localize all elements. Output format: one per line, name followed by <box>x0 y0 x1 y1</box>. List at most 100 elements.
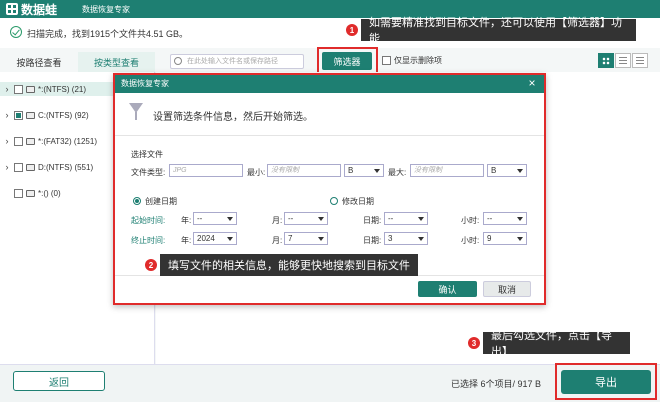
grid-view-button[interactable] <box>598 53 614 68</box>
end-year-value: 2024 <box>197 234 215 243</box>
created-date-label: 创建日期 <box>145 197 177 206</box>
chevron-down-icon <box>318 237 324 241</box>
app-logo: 数据蛙 <box>6 2 58 17</box>
chevron-down-icon <box>318 217 324 221</box>
callout-2-badge: 2 <box>145 259 157 271</box>
dialog-instruction: 设置筛选条件信息，然后开始筛选。 <box>153 112 313 123</box>
start-year-value: -- <box>197 214 203 223</box>
tree-checkbox[interactable] <box>14 136 23 146</box>
file-type-input[interactable]: JPG <box>169 164 243 177</box>
show-deleted-label: 仅显示删除项 <box>394 56 442 65</box>
logo-text: 数据蛙 <box>21 2 58 17</box>
min-unit-value: B <box>348 166 354 175</box>
back-button[interactable]: 返回 <box>13 371 105 391</box>
max-size-input[interactable]: 没有限制 <box>410 164 484 177</box>
tree-item-label: *:(NTFS) (21) <box>38 84 86 94</box>
start-time-label: 起始时间: <box>131 216 166 225</box>
cancel-button[interactable]: 取消 <box>483 281 531 297</box>
logo-plus-icon <box>6 3 18 15</box>
chevron-down-icon <box>418 237 424 241</box>
select-file-label: 选择文件 <box>131 150 163 159</box>
end-month-value: 7 <box>288 234 293 243</box>
file-type-label: 文件类型: <box>131 168 166 177</box>
tree-checkbox[interactable] <box>14 162 23 172</box>
end-hour-select[interactable]: 9 <box>483 232 527 245</box>
chevron-down-icon <box>418 217 424 221</box>
callout-3: 最后勾选文件，点击【导出】 <box>483 330 630 358</box>
check-circle-icon <box>10 26 22 38</box>
drive-icon <box>26 163 35 171</box>
start-hour-value: -- <box>487 214 493 223</box>
end-month-select[interactable]: 7 <box>284 232 328 245</box>
chevron-down-icon <box>227 217 233 221</box>
callout-2: 填写文件的相关信息，能够更快地搜索到目标文件 <box>160 254 418 276</box>
export-button[interactable]: 导出 <box>561 370 651 394</box>
end-month-label: 月: <box>272 236 283 245</box>
chevron-down-icon <box>374 169 380 173</box>
tree-checkbox[interactable] <box>14 84 23 94</box>
grid-icon <box>602 57 610 65</box>
min-size-unit-select[interactable]: B <box>344 164 384 177</box>
end-day-label: 日期: <box>363 236 382 245</box>
end-hour-label: 小时: <box>461 236 480 245</box>
tree-item-label: D:(NTFS) (551) <box>38 162 94 172</box>
tree-item-label: C:(NTFS) (92) <box>38 110 89 120</box>
detail-view-button[interactable] <box>632 53 648 68</box>
start-year-select[interactable]: -- <box>193 212 237 225</box>
start-hour-label: 小时: <box>461 216 480 225</box>
end-time-label: 终止时间: <box>131 236 166 245</box>
chevron-down-icon <box>517 237 523 241</box>
selection-summary: 已选择 6个项目/ 917 B <box>451 379 542 389</box>
dialog-title: 数据恢复专家 <box>115 75 544 93</box>
max-unit-value: B <box>491 166 497 175</box>
list-view-button[interactable] <box>615 53 631 68</box>
drive-icon <box>26 111 35 119</box>
close-icon[interactable]: × <box>526 77 538 89</box>
search-icon <box>174 57 182 65</box>
end-year-select[interactable]: 2024 <box>193 232 237 245</box>
max-size-unit-select[interactable]: B <box>487 164 527 177</box>
end-day-value: 3 <box>388 234 393 243</box>
tab-by-path[interactable]: 按路径查看 <box>0 52 78 72</box>
created-date-radio[interactable] <box>133 197 141 205</box>
funnel-icon <box>129 103 143 120</box>
start-month-select[interactable]: -- <box>284 212 328 225</box>
chevron-right-icon[interactable]: › <box>2 136 12 146</box>
modified-date-radio[interactable] <box>330 197 338 205</box>
view-tabs: 按路径查看 按类型查看 <box>0 52 155 72</box>
tab-by-type[interactable]: 按类型查看 <box>78 52 155 72</box>
callout-3-badge: 3 <box>468 337 480 349</box>
start-day-select[interactable]: -- <box>384 212 428 225</box>
start-month-label: 月: <box>272 216 283 225</box>
chevron-right-icon[interactable]: › <box>2 162 12 172</box>
chevron-down-icon <box>517 217 523 221</box>
callout-1-badge: 1 <box>346 24 358 36</box>
chevron-down-icon <box>517 169 523 173</box>
start-year-label: 年: <box>181 216 192 225</box>
start-hour-select[interactable]: -- <box>483 212 527 225</box>
tree-checkbox[interactable] <box>14 188 23 198</box>
tree-checkbox[interactable] <box>14 110 23 120</box>
filter-button[interactable]: 筛选器 <box>322 52 372 70</box>
show-deleted-checkbox[interactable] <box>382 56 391 65</box>
drive-icon <box>26 137 35 145</box>
scan-status-text: 扫描完成，找到1915个文件共4.51 GB。 <box>27 29 189 39</box>
chevron-right-icon[interactable]: › <box>2 84 12 94</box>
min-size-input[interactable]: 没有限制 <box>267 164 341 177</box>
drive-icon <box>26 85 35 93</box>
divider <box>115 135 544 136</box>
start-day-value: -- <box>388 214 394 223</box>
app-title: 数据恢复专家 <box>82 5 130 14</box>
confirm-button[interactable]: 确认 <box>418 281 477 297</box>
drive-icon <box>26 189 35 197</box>
detail-icon <box>636 57 644 64</box>
min-size-label: 最小: <box>247 168 266 177</box>
callout-1: 如需要精准找到目标文件，还可以使用【筛选器】功能 <box>361 17 636 45</box>
start-month-value: -- <box>288 214 294 223</box>
max-size-label: 最大: <box>388 168 407 177</box>
modified-date-label: 修改日期 <box>342 197 374 206</box>
end-day-select[interactable]: 3 <box>384 232 428 245</box>
chevron-right-icon[interactable]: › <box>2 110 12 120</box>
search-input[interactable]: 在此处输入文件名或保存路径 <box>170 54 304 69</box>
list-icon <box>619 57 627 64</box>
